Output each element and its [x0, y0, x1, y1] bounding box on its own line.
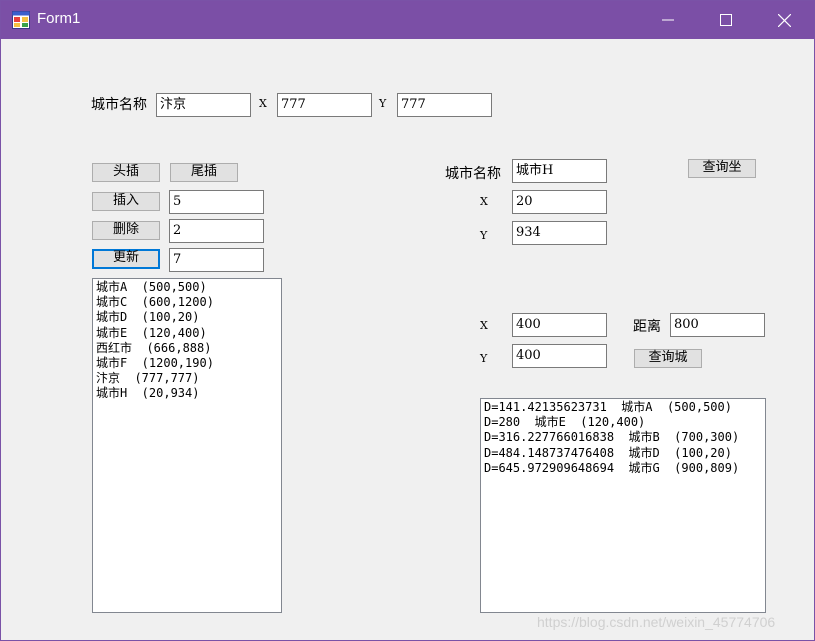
- list-item[interactable]: 城市H (20,934): [96, 386, 278, 401]
- search-x-input[interactable]: 400: [512, 313, 607, 337]
- list-item[interactable]: D=316.227766016838 城市B (700,300): [484, 430, 762, 445]
- delete-button[interactable]: 删除: [92, 221, 160, 240]
- list-item[interactable]: D=280 城市E (120,400): [484, 415, 762, 430]
- list-item[interactable]: 汴京 (777,777): [96, 371, 278, 386]
- y-label: Y: [379, 97, 387, 110]
- minimize-button[interactable]: [639, 1, 697, 39]
- city-name-input[interactable]: 汴京: [156, 93, 251, 117]
- query-coordinates-button[interactable]: 查询坐: [688, 159, 756, 178]
- query-y-label: Y: [480, 229, 488, 242]
- search-x-label: X: [480, 319, 488, 332]
- close-icon: [777, 13, 791, 27]
- list-item[interactable]: D=141.42135623731 城市A (500,500): [484, 400, 762, 415]
- query-city-name-input[interactable]: 城市H: [512, 159, 607, 183]
- minimize-icon: [662, 19, 674, 21]
- update-index-input[interactable]: 7: [169, 248, 264, 272]
- list-item[interactable]: D=484.148737476408 城市D (100,20): [484, 446, 762, 461]
- watermark: https://blog.csdn.net/weixin_45774706: [537, 614, 776, 630]
- query-city-name-label: 城市名称: [445, 166, 501, 182]
- city-name-label: 城市名称: [91, 97, 147, 113]
- insert-index-input[interactable]: 5: [169, 190, 264, 214]
- maximize-icon: [720, 14, 732, 26]
- title-bar[interactable]: Form1: [1, 1, 814, 39]
- maximize-button[interactable]: [697, 1, 755, 39]
- list-item[interactable]: 城市A (500,500): [96, 280, 278, 295]
- query-x-label: X: [480, 195, 488, 208]
- head-insert-button[interactable]: 头插: [92, 163, 160, 182]
- form-app-icon: [12, 11, 30, 29]
- search-y-label: Y: [480, 352, 488, 365]
- y-input[interactable]: 777: [397, 93, 492, 117]
- update-button[interactable]: 更新: [92, 249, 160, 269]
- x-input[interactable]: 777: [277, 93, 372, 117]
- app-window: Form1 城市名称 汴京 X 777 Y 777 头插 尾插 插入 5 删除 …: [0, 0, 815, 641]
- close-button[interactable]: [755, 1, 813, 39]
- window-title: Form1: [37, 10, 81, 27]
- query-x-output[interactable]: 20: [512, 190, 607, 214]
- delete-index-input[interactable]: 2: [169, 219, 264, 243]
- search-y-input[interactable]: 400: [512, 344, 607, 368]
- list-item[interactable]: 西红市 (666,888): [96, 341, 278, 356]
- list-item[interactable]: D=645.972909648694 城市G (900,809): [484, 461, 762, 476]
- distance-input[interactable]: 800: [670, 313, 765, 337]
- query-cities-button[interactable]: 查询城: [634, 349, 702, 368]
- list-item[interactable]: 城市F (1200,190): [96, 356, 278, 371]
- tail-insert-button[interactable]: 尾插: [170, 163, 238, 182]
- distance-results-list[interactable]: D=141.42135623731 城市A (500,500) D=280 城市…: [480, 398, 766, 613]
- city-list[interactable]: 城市A (500,500) 城市C (600,1200) 城市D (100,20…: [92, 278, 282, 613]
- list-item[interactable]: 城市E (120,400): [96, 326, 278, 341]
- x-label: X: [259, 97, 267, 110]
- query-y-output[interactable]: 934: [512, 221, 607, 245]
- list-item[interactable]: 城市C (600,1200): [96, 295, 278, 310]
- insert-button[interactable]: 插入: [92, 192, 160, 211]
- distance-label: 距离: [633, 319, 661, 335]
- list-item[interactable]: 城市D (100,20): [96, 310, 278, 325]
